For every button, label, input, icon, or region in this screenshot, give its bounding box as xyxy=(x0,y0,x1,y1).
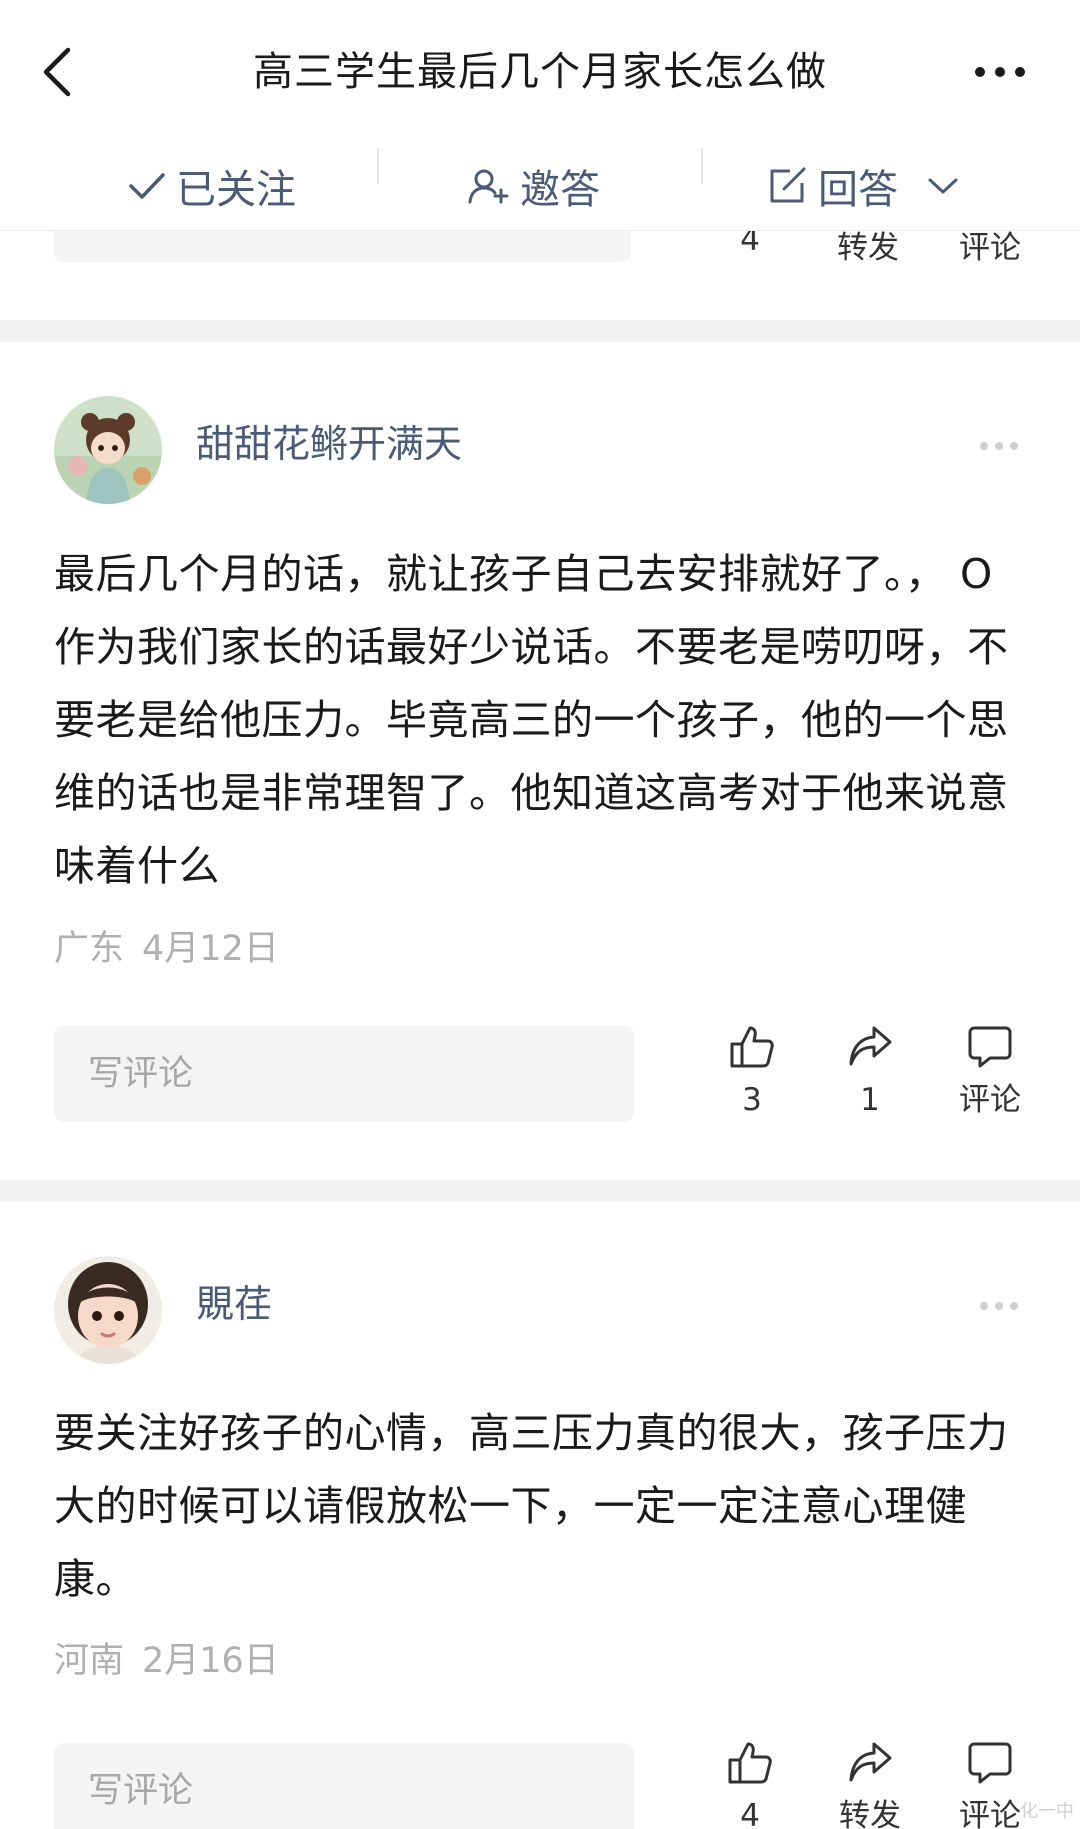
username[interactable]: 覞荏 xyxy=(196,1279,272,1329)
share-button[interactable]: 转发 xyxy=(810,1738,930,1829)
location: 河南 xyxy=(54,1641,125,1681)
share-count: 1 xyxy=(860,1082,880,1118)
like-count: 3 xyxy=(742,1082,762,1118)
more-horizontal-icon[interactable] xyxy=(978,440,1020,452)
comment-bubble-icon xyxy=(968,1026,1012,1068)
answer-card: 甜甜花鳉开满天 最后几个月的话，就让孩子自己去安排就好了。， O作为我们家长的话… xyxy=(0,342,1080,1180)
share-label: 转发 xyxy=(839,1798,901,1829)
check-icon xyxy=(129,173,165,199)
answer-meta: 河南 2月16日 xyxy=(54,1638,279,1684)
avatar[interactable] xyxy=(54,1256,162,1364)
answer-text[interactable]: 最后几个月的话，就让孩子自己去安排就好了。， O作为我们家长的话最好少说话。不要… xyxy=(54,538,1029,903)
thumbs-up-icon xyxy=(730,1026,774,1068)
avatar[interactable] xyxy=(54,396,162,504)
comment-input[interactable]: 写评论 xyxy=(54,1026,634,1122)
app-page: 高三学生最后几个月家长怎么做 4 转发 评论 已关注 邀答 回答 甜甜花鳉开满天… xyxy=(0,0,1080,1829)
answer-label: 回答 xyxy=(818,167,898,213)
date: 4月12日 xyxy=(142,929,279,969)
more-horizontal-icon[interactable] xyxy=(972,56,1028,88)
date: 2月16日 xyxy=(142,1641,279,1681)
answer-card: 覞荏 要关注好孩子的心情，高三压力真的很大，孩子压力大的时候可以请假放松一下，一… xyxy=(0,1202,1080,1829)
action-divider xyxy=(377,148,379,184)
edit-icon xyxy=(770,167,806,203)
username[interactable]: 甜甜花鳉开满天 xyxy=(196,419,462,469)
share-button[interactable]: 1 xyxy=(810,1022,930,1120)
location: 广东 xyxy=(54,929,125,969)
card-separator xyxy=(0,1180,1080,1202)
answer-meta: 广东 4月12日 xyxy=(54,926,279,972)
question-action-bar: 已关注 邀答 回答 xyxy=(0,142,1080,231)
thumbs-up-icon xyxy=(728,1742,772,1784)
comment-input[interactable]: 写评论 xyxy=(54,1743,634,1829)
like-button[interactable]: 4 xyxy=(690,1738,810,1829)
comment-placeholder: 写评论 xyxy=(88,1771,194,1811)
share-icon xyxy=(849,1742,892,1782)
invite-user-icon xyxy=(468,169,509,204)
invite-answer-button[interactable]: 邀答 xyxy=(468,142,600,230)
invite-label: 邀答 xyxy=(520,167,600,213)
share-icon xyxy=(849,1026,892,1066)
more-horizontal-icon[interactable] xyxy=(978,1300,1020,1312)
like-button[interactable]: 3 xyxy=(692,1022,812,1120)
comment-button[interactable]: 评论 xyxy=(930,1022,1050,1120)
card-separator xyxy=(0,320,1080,342)
answer-button[interactable]: 回答 xyxy=(768,142,960,230)
follow-button[interactable]: 已关注 xyxy=(128,142,296,230)
chevron-down-icon[interactable] xyxy=(926,175,960,197)
comment-bubble-icon xyxy=(968,1742,1012,1784)
comment-placeholder: 写评论 xyxy=(88,1054,194,1094)
top-bar: 高三学生最后几个月家长怎么做 xyxy=(0,0,1080,142)
page-title: 高三学生最后几个月家长怎么做 xyxy=(253,49,827,95)
comment-label: 评论 xyxy=(959,1082,1021,1118)
like-count: 4 xyxy=(740,1798,760,1829)
watermark: 化一中 xyxy=(1020,1801,1074,1822)
answer-text[interactable]: 要关注好孩子的心情，高三压力真的很大，孩子压力大的时候可以请假放松一下，一定一定… xyxy=(54,1397,1029,1616)
back-arrow-icon[interactable] xyxy=(38,44,78,100)
follow-label: 已关注 xyxy=(176,167,296,213)
action-divider xyxy=(701,148,703,184)
